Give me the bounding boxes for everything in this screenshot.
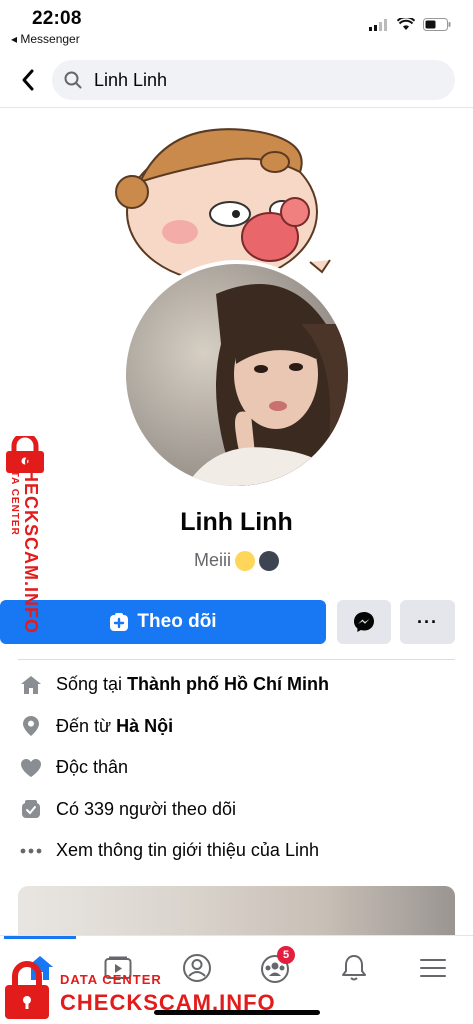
active-tab-indicator: [4, 936, 76, 939]
status-icons: [369, 18, 451, 31]
watermark-brand: CHECKSCAM.INFO: [60, 990, 276, 1015]
status-time: 22:08: [32, 8, 82, 29]
cellular-signal-icon: [369, 18, 387, 31]
search-header: Linh Linh: [0, 52, 473, 108]
followers-text: Có 339 người theo dõi: [56, 798, 236, 819]
relationship-text: Độc thân: [56, 757, 129, 778]
info-relationship: Độc thân: [18, 747, 458, 789]
intro-list: Sống tại Thành phố Hồ Chí Minh Đến từ Hà…: [18, 664, 458, 872]
wifi-icon: [397, 18, 415, 30]
search-query: Linh Linh: [94, 69, 168, 90]
divider: [18, 659, 455, 660]
info-from: Đến từ Hà Nội: [18, 706, 458, 748]
cover-photo[interactable]: [110, 122, 340, 283]
see-about-link[interactable]: Xem thông tin giới thiệu của Linh: [18, 830, 458, 872]
watermark-subtitle-vertical: DATA CENTER: [9, 455, 20, 536]
home-icon: [18, 672, 44, 698]
watermark-side: CHECKSCAM.INFO DATA CENTER: [2, 432, 54, 666]
chevron-left-icon: [22, 69, 34, 91]
status-bar: 22:08 ◂ Messenger: [0, 0, 473, 52]
watermark-brand-vertical: CHECKSCAM.INFO: [21, 455, 41, 634]
location-pin-icon: [18, 713, 44, 739]
messenger-icon: [354, 612, 374, 632]
watermark-bottom: DATA CENTER CHECKSCAM.INFO: [2, 960, 302, 1024]
battery-icon: [423, 18, 451, 31]
back-to-messenger-link[interactable]: ◂ Messenger: [11, 32, 80, 46]
messenger-button[interactable]: [337, 600, 391, 644]
padlock-logo-icon-bottom: [5, 961, 49, 1019]
watermark-subtitle: DATA CENTER: [60, 972, 162, 987]
bio-text: Meiii: [193, 550, 231, 570]
follow-plus-icon: [110, 613, 129, 631]
watermark-side-text: CHECKSCAM.INFO DATA CENTER: [9, 455, 41, 645]
more-options-button[interactable]: ···: [400, 600, 455, 644]
tab-notifications[interactable]: [330, 944, 378, 992]
slightly-frowning-emoji-icon: [235, 550, 255, 571]
from-city[interactable]: Hà Nội: [116, 716, 173, 737]
bell-icon: [342, 955, 366, 981]
new-moon-face-emoji-icon: [259, 550, 279, 571]
search-input[interactable]: Linh Linh: [52, 60, 455, 100]
from-prefix: Đến từ: [56, 715, 117, 736]
menu-hamburger-icon: [420, 959, 446, 977]
info-lives-in: Sống tại Thành phố Hồ Chí Minh: [18, 664, 458, 706]
lives-city[interactable]: Thành phố Hồ Chí Minh: [127, 674, 329, 695]
tab-menu[interactable]: [409, 944, 457, 992]
search-icon: [64, 71, 82, 89]
heart-icon: [18, 755, 44, 781]
see-about-text: Xem thông tin giới thiệu của Linh: [56, 840, 319, 861]
avatar-photo: [126, 264, 348, 486]
back-button[interactable]: [12, 62, 44, 98]
lives-prefix: Sống tại: [56, 674, 128, 695]
follow-label: Theo dõi: [137, 611, 217, 632]
profile-name: Linh Linh: [180, 508, 293, 536]
cartoon-sticker-image: [115, 128, 331, 283]
followers-icon: [18, 796, 44, 822]
ellipsis-icon: [18, 838, 44, 864]
info-followers[interactable]: Có 339 người theo dõi: [18, 789, 458, 831]
profile-bio: Meiii: [0, 550, 473, 571]
profile-avatar[interactable]: [122, 260, 352, 490]
